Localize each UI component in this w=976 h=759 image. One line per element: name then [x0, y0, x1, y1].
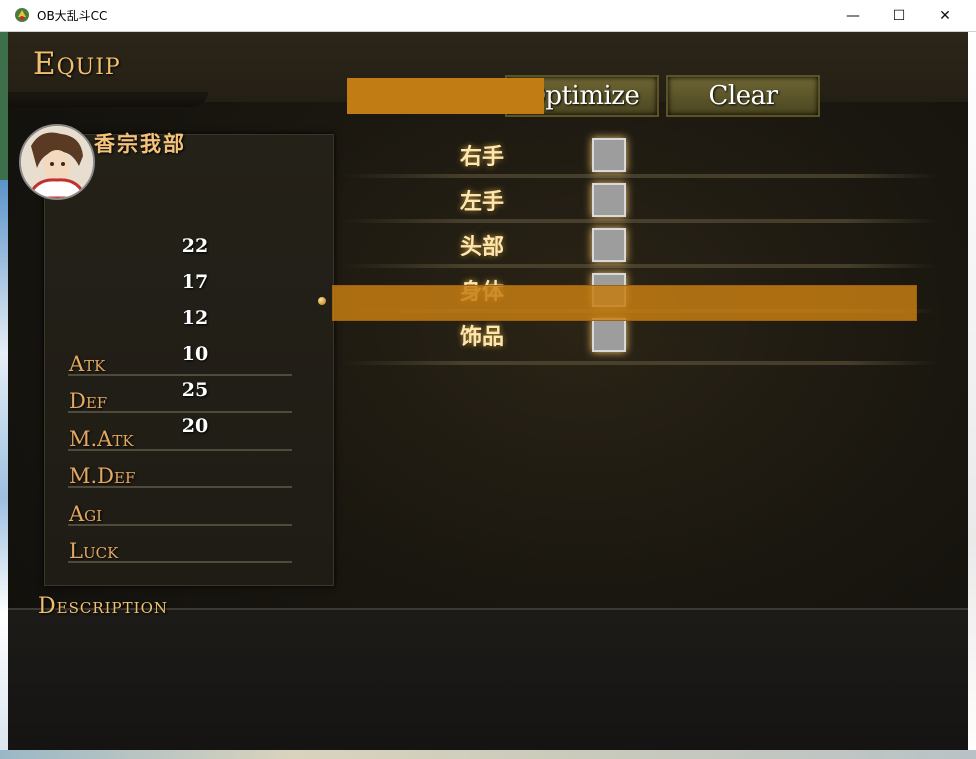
stat-divider	[68, 449, 292, 451]
slot-divider	[343, 361, 938, 365]
slot-label-head[interactable]: 头部	[460, 229, 504, 261]
description-title: Description	[38, 594, 169, 619]
minimize-icon: —	[846, 7, 860, 24]
stat-label-agi: Agi	[69, 502, 103, 526]
clear-label: Clear	[708, 81, 778, 111]
slot-empty-icon[interactable]	[592, 138, 626, 172]
stat-divider	[68, 561, 292, 563]
slot-label-left-hand[interactable]: 左手	[460, 184, 504, 216]
description-panel	[8, 608, 968, 750]
game-canvas: Equip Optimize Clear 香宗我部 Atk Def M.Atk …	[8, 32, 968, 750]
stat-label-luck: Luck	[69, 539, 119, 563]
app-icon	[15, 8, 29, 22]
stat-label-atk: Atk	[69, 352, 106, 376]
desktop-taskbar-strip	[0, 750, 976, 759]
stat-divider	[68, 524, 292, 526]
window-titlebar: OB大乱斗CC — ☐ ✕	[0, 0, 976, 32]
stat-value: 10	[181, 343, 209, 365]
stat-label-mdef: M.Def	[69, 464, 136, 488]
close-icon: ✕	[939, 7, 951, 24]
close-button[interactable]: ✕	[922, 0, 968, 31]
scene-title: Equip	[33, 46, 121, 82]
desktop-background-right	[968, 32, 976, 759]
slot-empty-icon[interactable]	[592, 183, 626, 217]
actor-name: 香宗我部	[94, 131, 186, 156]
maximize-button[interactable]: ☐	[876, 0, 922, 31]
stat-value: 25	[181, 379, 209, 401]
stat-value: 17	[181, 271, 209, 293]
slot-divider	[343, 264, 938, 268]
window-title: OB大乱斗CC	[37, 9, 108, 23]
slot-empty-icon[interactable]	[592, 228, 626, 262]
slot-label-accessory[interactable]: 饰品	[460, 319, 504, 351]
actor-avatar	[19, 124, 95, 200]
header-shadow	[8, 92, 208, 107]
clear-button[interactable]: Clear	[666, 75, 820, 117]
stat-value: 20	[181, 415, 209, 437]
slot-empty-icon[interactable]	[592, 318, 626, 352]
slot-label-right-hand[interactable]: 右手	[460, 139, 504, 171]
minimize-button[interactable]: —	[830, 0, 876, 31]
stat-divider	[68, 411, 292, 413]
slot-divider	[343, 219, 938, 223]
stat-label-matk: M.Atk	[69, 427, 134, 451]
stat-value: 12	[181, 307, 209, 329]
maximize-icon: ☐	[892, 7, 906, 24]
stat-divider	[68, 374, 292, 376]
stat-value: 22	[181, 235, 209, 257]
stat-label-def: Def	[69, 389, 108, 413]
slot-divider	[343, 174, 938, 178]
cursor-icon	[318, 297, 326, 305]
slot-selection-highlight[interactable]	[332, 285, 917, 321]
desktop-background-left	[0, 180, 8, 759]
stat-divider	[68, 486, 292, 488]
equip-command-button-highlight[interactable]	[347, 78, 544, 114]
actor-portrait-icon	[21, 126, 93, 198]
